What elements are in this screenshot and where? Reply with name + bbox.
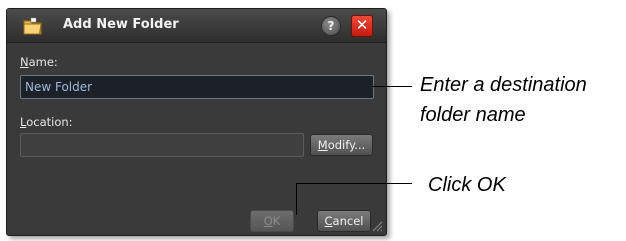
close-button[interactable]: ✕ [351, 15, 373, 37]
name-callout-line2: folder name [420, 104, 526, 126]
name-callout-line1: Enter a destination [420, 74, 587, 96]
location-field[interactable] [20, 133, 304, 157]
help-button[interactable]: ? [321, 16, 341, 36]
ok-callout-line-vertical [296, 183, 297, 215]
ok-callout-line-horizontal [296, 183, 412, 184]
ok-callout-text: Click OK [428, 174, 506, 196]
location-label: Location: [20, 115, 73, 129]
dialog-title: Add New Folder [63, 17, 179, 32]
resize-grip-icon[interactable] [371, 220, 383, 232]
ok-button[interactable]: OK [250, 210, 294, 232]
name-callout-line [373, 86, 412, 87]
cancel-button[interactable]: Cancel [317, 210, 371, 232]
title-bar[interactable]: Add New Folder ? ✕ [7, 9, 386, 43]
folder-name-input[interactable]: New Folder [20, 75, 374, 99]
modify-button[interactable]: Modify... [310, 134, 373, 156]
add-new-folder-dialog: Add New Folder ? ✕ Name: New Folder Loca… [6, 8, 387, 236]
folder-icon [23, 17, 42, 35]
name-label: Name: [20, 55, 58, 69]
